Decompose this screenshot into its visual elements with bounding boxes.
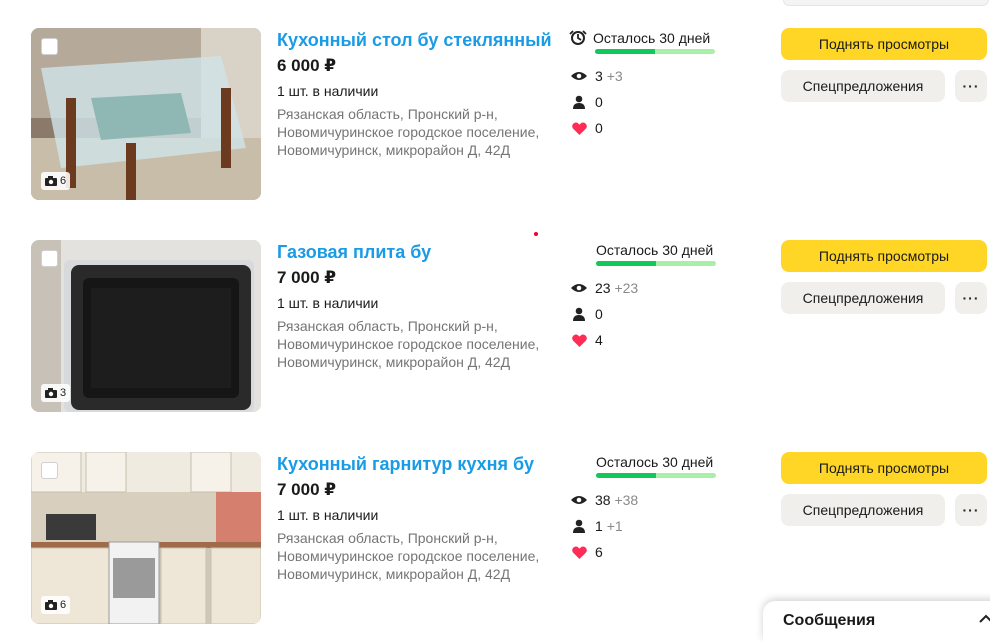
days-remaining: Осталось 30 дней <box>569 29 710 47</box>
select-checkbox[interactable] <box>41 462 58 479</box>
special-offers-button[interactable]: Спецпредложения <box>781 494 945 526</box>
person-icon <box>571 95 587 109</box>
listing-price: 6 000 ₽ <box>277 56 337 75</box>
heart-icon <box>571 121 587 135</box>
notification-dot <box>534 232 538 236</box>
select-checkbox[interactable] <box>41 38 58 55</box>
photo-count-badge: 6 <box>41 172 71 190</box>
favorites-stat: 0 <box>571 120 603 136</box>
listing-photo[interactable]: 6 <box>31 28 261 200</box>
days-timer-icon <box>569 30 587 46</box>
listing-item: 6 Кухонный стол бу стеклянный 6 000 ₽ 1 … <box>0 28 990 203</box>
person-icon <box>571 307 587 321</box>
messages-panel[interactable]: Сообщения <box>763 601 990 641</box>
contacts-stat: 0 <box>571 306 603 322</box>
days-remaining-text: Осталось 30 дней <box>596 242 714 258</box>
person-icon <box>571 519 587 533</box>
views-stat: 3 +3 <box>571 68 623 84</box>
camera-icon <box>45 388 57 398</box>
eye-icon <box>571 69 587 83</box>
previous-listing-button-edge[interactable] <box>783 0 989 6</box>
select-checkbox[interactable] <box>41 250 58 267</box>
raise-views-button[interactable]: Поднять просмотры <box>781 28 987 60</box>
listing-item: 3 Газовая плита бу 7 000 ₽ 1 шт. в налич… <box>0 240 990 415</box>
listing-stock: 1 шт. в наличии <box>277 295 379 311</box>
views-stat: 23 +23 <box>571 280 638 296</box>
listing-stock: 1 шт. в наличии <box>277 507 379 523</box>
photo-count: 6 <box>60 175 67 187</box>
messages-title: Сообщения <box>783 612 876 629</box>
days-progress-bar <box>596 261 716 266</box>
listing-title-link[interactable]: Кухонный стол бу стеклянный <box>277 28 552 52</box>
listing-stock: 1 шт. в наличии <box>277 83 379 99</box>
listing-title-link[interactable]: Кухонный гарнитур кухня бу <box>277 452 534 476</box>
days-remaining: Осталось 30 дней <box>596 453 713 471</box>
eye-icon <box>571 281 587 295</box>
photo-count-badge: 6 <box>41 596 71 614</box>
listing-title-link[interactable]: Газовая плита бу <box>277 240 431 264</box>
days-progress-fill <box>595 49 655 54</box>
listing-photo[interactable]: 3 <box>31 240 261 412</box>
camera-icon <box>45 600 57 610</box>
raise-views-button[interactable]: Поднять просмотры <box>781 452 987 484</box>
listing-price: 7 000 ₽ <box>277 268 337 287</box>
raise-views-button[interactable]: Поднять просмотры <box>781 240 987 272</box>
days-progress-bar <box>595 49 715 54</box>
special-offers-button[interactable]: Спецпредложения <box>781 70 945 102</box>
heart-icon <box>571 333 587 347</box>
listing-photo[interactable]: 6 <box>31 452 261 624</box>
photo-count: 6 <box>60 599 67 611</box>
eye-icon <box>571 493 587 507</box>
contacts-stat: 0 <box>571 94 603 110</box>
days-remaining: Осталось 30 дней <box>596 241 713 259</box>
more-options-button[interactable]: ··· <box>955 282 987 314</box>
favorites-stat: 4 <box>571 332 603 348</box>
listing-address: Рязанская область, Пронский р-н, Новомич… <box>277 530 540 582</box>
more-options-button[interactable]: ··· <box>955 494 987 526</box>
views-stat: 38 +38 <box>571 492 638 508</box>
contacts-stat: 1 +1 <box>571 518 623 534</box>
listing-price: 7 000 ₽ <box>277 480 337 499</box>
days-remaining-text: Осталось 30 дней <box>596 454 714 470</box>
days-progress-bar <box>596 473 716 478</box>
photo-count: 3 <box>60 387 67 399</box>
heart-icon <box>571 545 587 559</box>
camera-icon <box>45 176 57 186</box>
favorites-stat: 6 <box>571 544 603 560</box>
listing-address: Рязанская область, Пронский р-н, Новомич… <box>277 318 540 370</box>
listing-address: Рязанская область, Пронский р-н, Новомич… <box>277 106 540 158</box>
photo-count-badge: 3 <box>41 384 71 402</box>
days-progress-fill <box>596 473 656 478</box>
more-options-button[interactable]: ··· <box>955 70 987 102</box>
days-remaining-text: Осталось 30 дней <box>593 30 711 46</box>
special-offers-button[interactable]: Спецпредложения <box>781 282 945 314</box>
chevron-up-icon[interactable] <box>979 614 990 624</box>
days-progress-fill <box>596 261 656 266</box>
